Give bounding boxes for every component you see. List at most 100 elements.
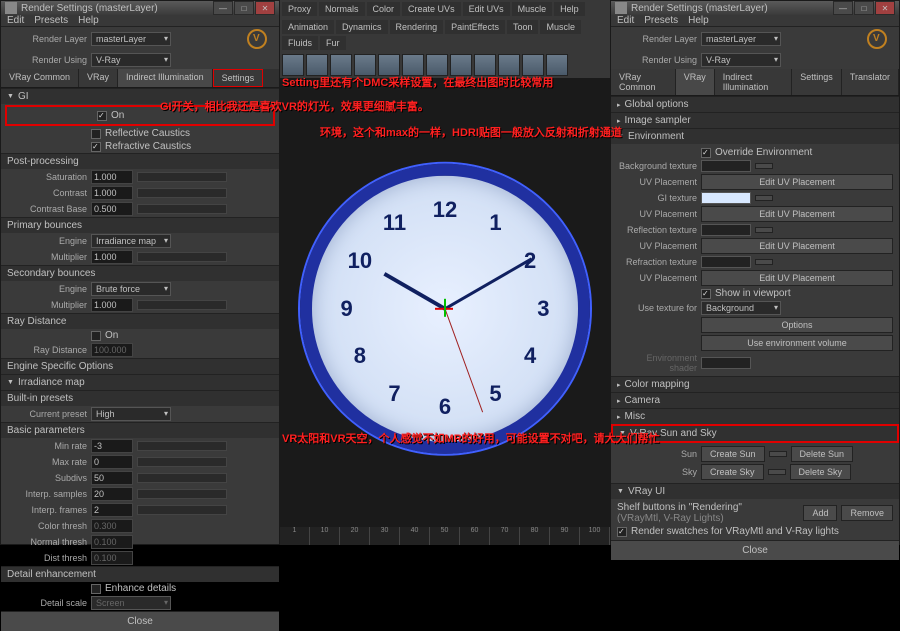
secondary-engine-dropdown[interactable]: Brute force [91,282,171,296]
render-layer-dropdown[interactable]: masterLayer [91,32,171,46]
map-button[interactable] [755,227,773,233]
shelf-icon[interactable] [426,54,448,76]
maximize-button[interactable]: □ [234,1,254,15]
shelf-icon[interactable] [306,54,328,76]
contrast-base-slider[interactable] [137,204,227,214]
create-sun-button[interactable]: Create Sun [701,446,765,462]
use-env-vol-button[interactable]: Use environment volume [701,335,893,351]
global-options-header[interactable]: ▸Global options [611,96,899,112]
delete-sun-button[interactable]: Delete Sun [791,446,854,462]
gi-on-checkbox[interactable] [97,111,107,121]
close-button[interactable]: ✕ [875,1,895,15]
tab-translator[interactable]: Translator [842,69,899,95]
tab-indirect[interactable]: Indirect Illumination [715,69,793,95]
shelf-icon[interactable] [282,54,304,76]
shelf-icon[interactable] [546,54,568,76]
render-using-dropdown[interactable]: V-Ray [701,53,781,67]
contrast-base-field[interactable]: 0.500 [91,202,133,216]
timeline[interactable]: 1102030405060708090100 [280,527,610,545]
saturation-field[interactable]: 1.000 [91,170,133,184]
remove-button[interactable]: Remove [841,505,893,521]
show-viewport-checkbox[interactable] [701,289,711,299]
enhance-checkbox[interactable] [91,584,101,594]
render-layer-dropdown[interactable]: masterLayer [701,32,781,46]
interp-samples-field[interactable]: 20 [91,487,133,501]
gi-tex-swatch[interactable] [701,192,751,204]
vray-ui-header[interactable]: ▼VRay UI [611,483,899,499]
use-tex-dropdown[interactable]: Background [701,301,781,315]
primary-mult-field[interactable]: 1.000 [91,250,133,264]
add-button[interactable]: Add [803,505,837,521]
menu-edit[interactable]: Edit [617,15,634,26]
image-sampler-header[interactable]: ▸Image sampler [611,112,899,128]
subdivs-field[interactable]: 50 [91,471,133,485]
tab-settings[interactable]: Settings [213,69,264,87]
tab-settings[interactable]: Settings [792,69,842,95]
menu-help[interactable]: Help [78,15,99,26]
refr-tex-swatch[interactable] [701,256,751,268]
tab-indirect-illum[interactable]: Indirect Illumination [118,69,213,87]
maximize-button[interactable]: □ [854,1,874,15]
close-button-bottom[interactable]: Close [1,611,279,631]
select-sky-button[interactable] [768,469,786,475]
edit-uv-button[interactable]: Edit UV Placement [701,238,893,254]
map-button[interactable] [755,195,773,201]
secondary-mult-field[interactable]: 1.000 [91,298,133,312]
map-button[interactable] [755,163,773,169]
saturation-slider[interactable] [137,172,227,182]
annotation-4: VR太阳和VR天空，个人感觉不如MR的好用，可能设置不对吧，请大大们帮忙 [282,430,660,446]
menu-help[interactable]: Help [688,15,709,26]
render-swatches-checkbox[interactable] [617,527,627,537]
contrast-field[interactable]: 1.000 [91,186,133,200]
menu-edit[interactable]: Edit [7,15,24,26]
misc-header[interactable]: ▸Misc [611,408,899,424]
close-button-bottom[interactable]: Close [611,540,899,560]
tab-vray[interactable]: VRay [79,69,118,87]
shelf-icon[interactable] [378,54,400,76]
refl-tex-swatch[interactable] [701,224,751,236]
minimize-button[interactable]: — [213,1,233,15]
left-render-settings: Render Settings (masterLayer) — □ ✕ Edit… [0,0,280,545]
minimize-button[interactable]: — [833,1,853,15]
menu-presets[interactable]: Presets [34,15,68,26]
contrast-slider[interactable] [137,188,227,198]
interp-frames-field[interactable]: 2 [91,503,133,517]
environment-header[interactable]: ▼Environment [611,128,899,144]
edit-uv-button[interactable]: Edit UV Placement [701,206,893,222]
shelf-icon[interactable] [402,54,424,76]
render-using-dropdown[interactable]: V-Ray [91,53,171,67]
shelf-icon[interactable] [498,54,520,76]
irrmap-header[interactable]: ▼Irradiance map [1,374,279,390]
maxrate-field[interactable]: 0 [91,455,133,469]
delete-sky-button[interactable]: Delete Sky [790,464,852,480]
render-using-label: Render Using [7,55,87,65]
menu-presets[interactable]: Presets [644,15,678,26]
shelf-icon[interactable] [474,54,496,76]
edit-uv-button[interactable]: Edit UV Placement [701,174,893,190]
minrate-field[interactable]: -3 [91,439,133,453]
refr-caustics-checkbox[interactable] [91,142,101,152]
map-button[interactable] [755,259,773,265]
select-sun-button[interactable] [769,451,787,457]
3d-viewport[interactable]: 12 1 2 3 4 5 6 7 8 9 10 11 [280,78,610,527]
refl-caustics-checkbox[interactable] [91,129,101,139]
shelf-icon[interactable] [450,54,472,76]
shelf-icon[interactable] [354,54,376,76]
env-shader-swatch[interactable] [701,357,751,369]
preset-dropdown[interactable]: High [91,407,171,421]
bg-tex-swatch[interactable] [701,160,751,172]
shelf-icon[interactable] [330,54,352,76]
tab-vray-common[interactable]: VRay Common [1,69,79,87]
tab-vray[interactable]: VRay [676,69,715,95]
camera-header[interactable]: ▸Camera [611,392,899,408]
edit-uv-button[interactable]: Edit UV Placement [701,270,893,286]
close-button[interactable]: ✕ [255,1,275,15]
override-env-checkbox[interactable] [701,148,711,158]
shelf-icon[interactable] [522,54,544,76]
primary-engine-dropdown[interactable]: Irradiance map [91,234,171,248]
raydist-on-checkbox[interactable] [91,331,101,341]
create-sky-button[interactable]: Create Sky [701,464,764,480]
tab-vray-common[interactable]: VRay Common [611,69,676,95]
color-mapping-header[interactable]: ▸Color mapping [611,376,899,392]
options-button[interactable]: Options [701,317,893,333]
